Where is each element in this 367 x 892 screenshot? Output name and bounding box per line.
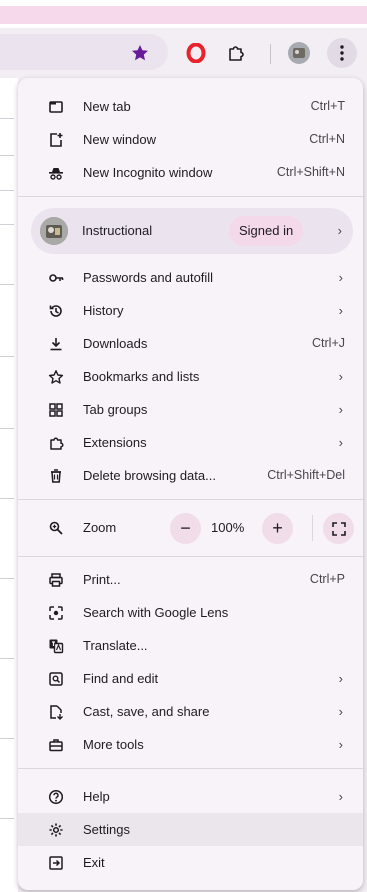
chevron-right-icon: › xyxy=(338,704,343,719)
signed-in-badge: Signed in xyxy=(229,216,304,246)
menu-item-new-window[interactable]: New window Ctrl+N xyxy=(18,123,363,156)
menu-item-shortcut: Ctrl+Shift+N xyxy=(276,165,345,179)
menu-divider xyxy=(18,196,363,197)
menu-divider xyxy=(18,768,363,769)
chevron-right-icon: › xyxy=(338,303,343,318)
menu-item-label: Exit xyxy=(83,855,105,870)
fullscreen-icon[interactable] xyxy=(323,513,354,544)
bookmark-star-icon[interactable] xyxy=(128,41,152,65)
page-background xyxy=(0,78,18,892)
menu-item-help[interactable]: Help › xyxy=(18,780,363,813)
menu-item-passwords-and-autofill[interactable]: Passwords and autofill › xyxy=(18,261,363,294)
menu-item-label: Help xyxy=(83,789,110,804)
incognito-icon xyxy=(47,164,65,182)
menu-item-new-incognito-window[interactable]: New Incognito window Ctrl+Shift+N xyxy=(18,156,363,189)
new-window-icon xyxy=(47,131,65,149)
menu-item-history[interactable]: History › xyxy=(18,294,363,327)
find-icon xyxy=(47,670,65,688)
chevron-right-icon: › xyxy=(338,435,343,450)
trash-icon xyxy=(47,467,65,485)
chevron-right-icon: › xyxy=(338,369,343,384)
menu-item-label: New Incognito window xyxy=(83,165,213,180)
menu-item-print[interactable]: Print... Ctrl+P xyxy=(18,563,363,596)
tab-groups-icon xyxy=(47,401,65,419)
toolbox-icon xyxy=(47,736,65,754)
menu-item-bookmarks-and-lists[interactable]: Bookmarks and lists › xyxy=(18,360,363,393)
menu-item-label: Settings xyxy=(83,822,130,837)
menu-item-label: Find and edit xyxy=(83,671,159,686)
menu-item-label: Tab groups xyxy=(83,402,148,417)
menu-item-label: Search with Google Lens xyxy=(83,605,229,620)
download-icon xyxy=(47,335,65,353)
opera-icon[interactable] xyxy=(184,41,208,65)
chevron-right-icon: › xyxy=(338,671,343,686)
profile-row[interactable]: Instructional Signed in › xyxy=(31,208,353,254)
star-icon xyxy=(47,368,65,386)
menu-item-label: Bookmarks and lists xyxy=(83,369,200,384)
puzzle-icon xyxy=(47,434,65,452)
settings-gear-icon xyxy=(47,821,65,839)
menu-item-shortcut: Ctrl+N xyxy=(309,132,345,146)
chevron-right-icon: › xyxy=(338,270,343,285)
lens-icon xyxy=(47,604,65,622)
menu-divider xyxy=(18,556,363,557)
menu-item-delete-browsing-data[interactable]: Delete browsing data... Ctrl+Shift+Del xyxy=(18,459,363,492)
tab-strip xyxy=(0,6,367,24)
extensions-puzzle-icon[interactable] xyxy=(224,41,248,65)
menu-item-settings[interactable]: Settings xyxy=(18,813,363,846)
browser-toolbar xyxy=(0,28,367,78)
menu-item-tab-groups[interactable]: Tab groups › xyxy=(18,393,363,426)
zoom-row: Zoom − 100% + xyxy=(18,508,363,548)
menu-item-label: New window xyxy=(83,132,156,147)
menu-item-downloads[interactable]: Downloads Ctrl+J xyxy=(18,327,363,360)
menu-item-new-tab[interactable]: New tab Ctrl+T xyxy=(18,90,363,123)
chevron-right-icon: › xyxy=(338,402,343,417)
menu-item-exit[interactable]: Exit xyxy=(18,846,363,879)
chevron-right-icon: › xyxy=(337,223,342,238)
zoom-value: 100% xyxy=(211,520,245,535)
profile-name: Instructional xyxy=(82,223,153,238)
menu-item-shortcut: Ctrl+Shift+Del xyxy=(267,468,345,482)
menu-divider xyxy=(18,499,363,500)
zoom-separator xyxy=(312,515,313,541)
menu-item-label: Extensions xyxy=(83,435,147,450)
menu-item-label: Passwords and autofill xyxy=(83,270,214,285)
menu-item-label: Downloads xyxy=(83,336,148,351)
menu-item-find-and-edit[interactable]: Find and edit › xyxy=(18,662,363,695)
chrome-main-menu: New tab Ctrl+T New window Ctrl+N New Inc… xyxy=(18,78,363,890)
menu-item-search-with-google-lens[interactable]: Search with Google Lens xyxy=(18,596,363,629)
help-icon xyxy=(47,788,65,806)
kebab-menu-icon[interactable] xyxy=(327,38,357,68)
translate-icon xyxy=(47,637,65,655)
menu-item-label: More tools xyxy=(83,737,144,752)
menu-item-more-tools[interactable]: More tools › xyxy=(18,728,363,761)
menu-item-label: New tab xyxy=(83,99,131,114)
menu-item-cast-save-and-share[interactable]: Cast, save, and share › xyxy=(18,695,363,728)
menu-item-shortcut: Ctrl+P xyxy=(309,572,345,586)
history-icon xyxy=(47,302,65,320)
zoom-out-button[interactable]: − xyxy=(170,513,201,544)
menu-item-shortcut: Ctrl+T xyxy=(310,99,345,113)
menu-item-label: Cast, save, and share xyxy=(83,704,210,719)
avatar xyxy=(40,217,68,245)
menu-item-label: Delete browsing data... xyxy=(83,468,216,483)
cast-icon xyxy=(47,703,65,721)
chevron-right-icon: › xyxy=(338,737,343,752)
zoom-label: Zoom xyxy=(83,520,117,535)
chevron-right-icon: › xyxy=(338,789,343,804)
menu-item-label: Translate... xyxy=(83,638,148,653)
menu-item-label: History xyxy=(83,303,124,318)
key-icon xyxy=(47,269,65,287)
exit-icon xyxy=(47,854,65,872)
menu-item-label: Print... xyxy=(83,572,121,587)
zoom-magnifier-icon xyxy=(47,519,65,537)
print-icon xyxy=(47,571,65,589)
menu-item-translate[interactable]: Translate... xyxy=(18,629,363,662)
zoom-in-button[interactable]: + xyxy=(262,513,293,544)
new-tab-icon xyxy=(47,98,65,116)
toolbar-separator xyxy=(270,44,271,64)
profile-avatar-icon[interactable] xyxy=(287,41,311,65)
menu-item-extensions[interactable]: Extensions › xyxy=(18,426,363,459)
menu-item-shortcut: Ctrl+J xyxy=(312,336,345,350)
